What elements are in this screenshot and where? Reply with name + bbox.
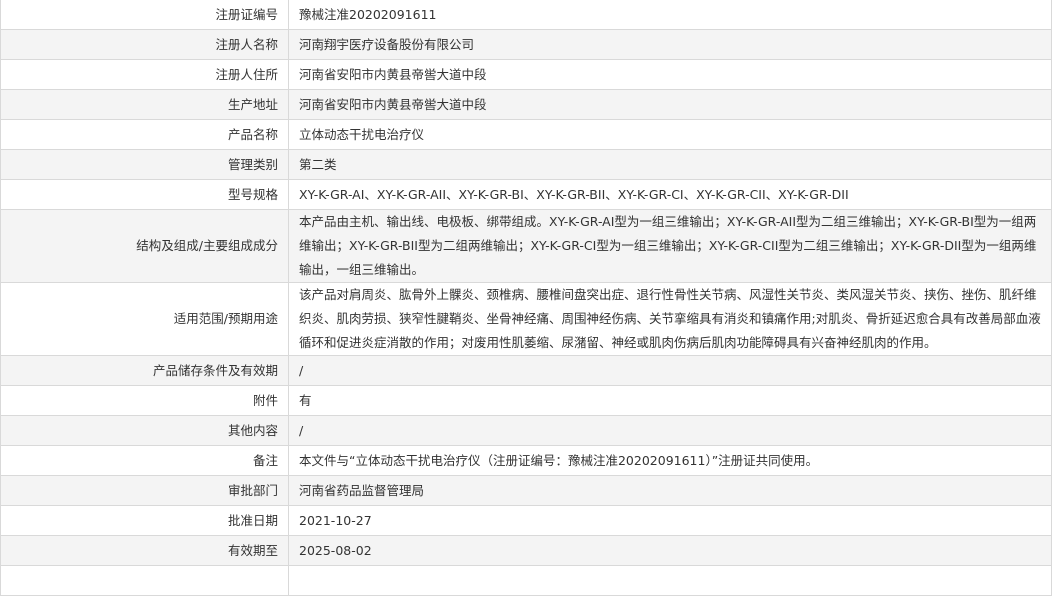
- field-label-remarks: 备注: [0, 445, 289, 476]
- field-label-model-spec: 型号规格: [0, 179, 289, 210]
- table-row: 产品储存条件及有效期 /: [0, 355, 1052, 386]
- field-label-approval-date: 批准日期: [0, 505, 289, 536]
- table-row: 备注 本文件与“立体动态干扰电治疗仪（注册证编号：豫械注准20202091611…: [0, 445, 1052, 476]
- field-value-attachment: 有: [288, 385, 1052, 416]
- table-row: 附件 有: [0, 385, 1052, 416]
- field-label-intended-use: 适用范围/预期用途: [0, 282, 289, 356]
- field-label-registrant-address: 注册人住所: [0, 59, 289, 90]
- field-value-storage-validity: /: [288, 355, 1052, 386]
- field-value-management-category: 第二类: [288, 149, 1052, 180]
- table-row: 产品名称 立体动态干扰电治疗仪: [0, 119, 1052, 150]
- field-value-intended-use: 该产品对肩周炎、肱骨外上髁炎、颈椎病、腰椎间盘突出症、退行性骨性关节病、风湿性关…: [288, 282, 1052, 356]
- field-label-registrant-name: 注册人名称: [0, 29, 289, 60]
- table-row: 注册人住所 河南省安阳市内黄县帝喾大道中段: [0, 59, 1052, 90]
- table-row: 结构及组成/主要组成成分 本产品由主机、输出线、电极板、绑带组成。XY-K-GR…: [0, 209, 1052, 283]
- field-value-valid-until: 2025-08-02: [288, 535, 1052, 566]
- field-value-registration-number: 豫械注准20202091611: [288, 0, 1052, 30]
- table-row: 注册人名称 河南翔宇医疗设备股份有限公司: [0, 29, 1052, 60]
- field-value-registrant-name: 河南翔宇医疗设备股份有限公司: [288, 29, 1052, 60]
- field-value-approval-department: 河南省药品监督管理局: [288, 475, 1052, 506]
- field-value-approval-date: 2021-10-27: [288, 505, 1052, 536]
- field-label-storage-validity: 产品储存条件及有效期: [0, 355, 289, 386]
- table-row: 适用范围/预期用途 该产品对肩周炎、肱骨外上髁炎、颈椎病、腰椎间盘突出症、退行性…: [0, 282, 1052, 356]
- field-value-production-address: 河南省安阳市内黄县帝喾大道中段: [288, 89, 1052, 120]
- field-label-attachment: 附件: [0, 385, 289, 416]
- field-value-registrant-address: 河南省安阳市内黄县帝喾大道中段: [288, 59, 1052, 90]
- table-row: [0, 565, 1052, 596]
- table-row: 有效期至 2025-08-02: [0, 535, 1052, 566]
- table-row: 审批部门 河南省药品监督管理局: [0, 475, 1052, 506]
- table-row: 型号规格 XY-K-GR-AI、XY-K-GR-AII、XY-K-GR-BI、X…: [0, 179, 1052, 210]
- field-value-structure-composition: 本产品由主机、输出线、电极板、绑带组成。XY-K-GR-AI型为一组三维输出；X…: [288, 209, 1052, 283]
- field-label-other-content: 其他内容: [0, 415, 289, 446]
- field-label-valid-until: 有效期至: [0, 535, 289, 566]
- field-label-registration-number: 注册证编号: [0, 0, 289, 30]
- field-value-other-content: /: [288, 415, 1052, 446]
- field-label-production-address: 生产地址: [0, 89, 289, 120]
- field-label-structure-composition: 结构及组成/主要组成成分: [0, 209, 289, 283]
- table-row: 管理类别 第二类: [0, 149, 1052, 180]
- field-value-remarks: 本文件与“立体动态干扰电治疗仪（注册证编号：豫械注准20202091611）”注…: [288, 445, 1052, 476]
- field-value-model-spec: XY-K-GR-AI、XY-K-GR-AII、XY-K-GR-BI、XY-K-G…: [288, 179, 1052, 210]
- table-row: 注册证编号 豫械注准20202091611: [0, 0, 1052, 30]
- field-value-product-name: 立体动态干扰电治疗仪: [288, 119, 1052, 150]
- field-label-approval-department: 审批部门: [0, 475, 289, 506]
- table-row: 其他内容 /: [0, 415, 1052, 446]
- field-label-management-category: 管理类别: [0, 149, 289, 180]
- table-row: 批准日期 2021-10-27: [0, 505, 1052, 536]
- registration-info-table: 注册证编号 豫械注准20202091611 注册人名称 河南翔宇医疗设备股份有限…: [0, 0, 1052, 596]
- field-value-empty: [288, 565, 1052, 596]
- field-label-product-name: 产品名称: [0, 119, 289, 150]
- table-row: 生产地址 河南省安阳市内黄县帝喾大道中段: [0, 89, 1052, 120]
- field-label-empty: [0, 565, 289, 596]
